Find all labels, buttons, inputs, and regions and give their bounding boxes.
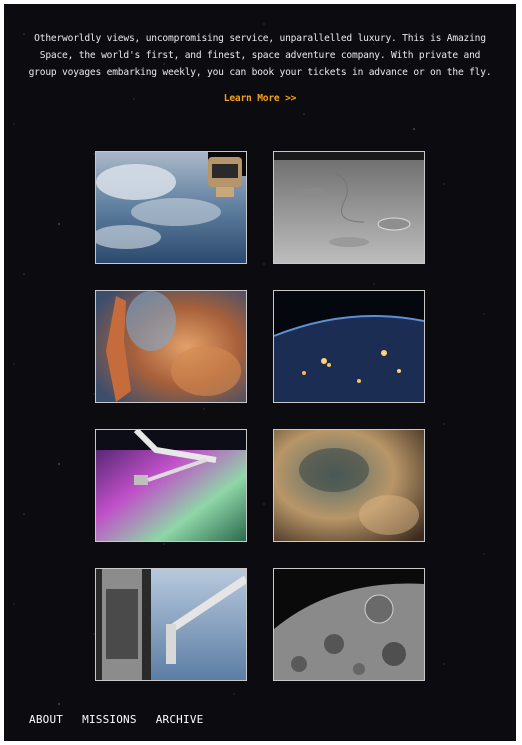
hubble-telescope-image [96, 569, 246, 680]
footer-nav: ABOUT MISSIONS ARCHIVE [29, 713, 222, 726]
nav-missions[interactable]: MISSIONS [82, 713, 137, 726]
gallery-item-aurora-arm[interactable] [95, 429, 247, 542]
earth-from-station-image [96, 152, 246, 263]
gallery-item-nebula-clouds[interactable] [273, 429, 425, 542]
earth-city-lights-image [274, 291, 424, 402]
gallery-item-moon-craters[interactable] [273, 568, 425, 681]
gallery-item-lunar-surface[interactable] [273, 151, 425, 264]
nav-archive[interactable]: ARCHIVE [156, 713, 204, 726]
gallery-item-hubble[interactable] [95, 568, 247, 681]
gallery-item-nebula-pillar[interactable] [95, 290, 247, 403]
lunar-surface-image [274, 152, 424, 263]
gallery-item-earth-city-lights[interactable] [273, 290, 425, 403]
nebula-pillar-image [96, 291, 246, 402]
nav-about[interactable]: ABOUT [29, 713, 63, 726]
learn-more-link[interactable]: Learn More >> [4, 93, 516, 104]
intro-text: Otherworldly views, uncompromising servi… [28, 33, 492, 78]
page-background: Otherworldly views, uncompromising servi… [4, 4, 516, 741]
moon-craters-image [274, 569, 424, 680]
aurora-robotic-arm-image [96, 430, 246, 541]
nebula-clouds-image [274, 430, 424, 541]
gallery-item-earth-station[interactable] [95, 151, 247, 264]
